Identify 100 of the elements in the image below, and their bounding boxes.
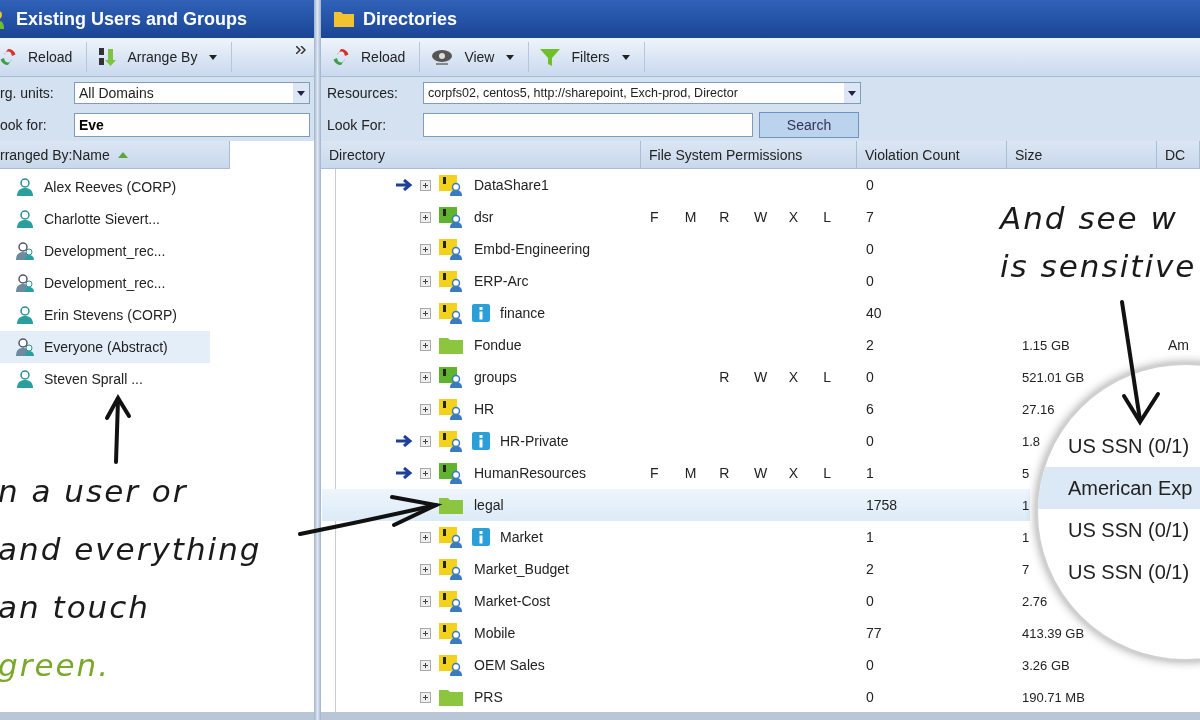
right-arrow-icon [396, 435, 414, 447]
shared-folder-icon [438, 174, 464, 196]
user-list-item[interactable]: Development_rec... [0, 235, 210, 267]
directory-name: HumanResources [474, 465, 587, 481]
caret-icon [506, 54, 515, 60]
panel-title: Existing Users and Groups [16, 8, 248, 30]
user-icon [16, 370, 34, 388]
column-header[interactable]: Violation Count [857, 141, 1007, 168]
handwritten-note: an touch [0, 588, 151, 627]
user-icon [16, 306, 34, 324]
sort-ascending-icon [117, 151, 128, 158]
size-value: 3.26 GB [1022, 657, 1070, 673]
directory-name: PRS [474, 689, 503, 705]
sensitive-data-type: US SSN (0/1) [1068, 518, 1190, 542]
user-list-item[interactable]: Everyone (Abstract) [0, 331, 210, 363]
look-for-field[interactable]: Eve [74, 113, 310, 137]
size-value: 7 [1022, 561, 1030, 577]
info-icon [472, 528, 490, 546]
directory-name: OEM Sales [474, 657, 545, 673]
shared-folder-icon [438, 558, 464, 580]
expand-icon[interactable] [420, 403, 431, 415]
folder-icon [438, 335, 464, 355]
size-value: 521.01 GB [1022, 369, 1085, 385]
shared-folder-icon [438, 430, 464, 452]
shared-folder-icon [438, 206, 464, 228]
expand-icon[interactable] [420, 307, 431, 319]
selected-row-highlight[interactable]: legal 1758 1 [322, 489, 1030, 521]
violation-count: 0 [866, 177, 874, 193]
toolbar-button[interactable]: Filters [535, 42, 645, 72]
violation-count: 2 [866, 561, 874, 577]
shared-folder-icon [438, 302, 464, 324]
handwritten-note: And see w [1000, 199, 1179, 238]
expand-icon[interactable] [420, 467, 431, 479]
toolbar-button[interactable]: Reload [327, 42, 421, 72]
caret-icon [621, 54, 630, 60]
size-value: 2.76 [1022, 593, 1048, 609]
permission-letter: R [719, 369, 730, 385]
reload-icon [0, 47, 18, 67]
expand-icon[interactable] [420, 691, 431, 703]
violation-count: 1 [866, 465, 874, 481]
field-label: Look For: [326, 117, 388, 133]
expand-icon[interactable] [420, 243, 431, 255]
expand-icon[interactable] [420, 371, 431, 383]
size-value: 1 [1022, 529, 1030, 545]
directory-name: dsr [474, 209, 494, 225]
expand-icon[interactable] [420, 179, 431, 191]
expand-icon[interactable] [420, 563, 431, 575]
expand-icon[interactable] [420, 531, 431, 543]
violation-count: 0 [866, 433, 874, 449]
violation-count: 2 [866, 337, 874, 353]
org-units-dropdown[interactable]: All Domains [74, 82, 310, 104]
expand-icon[interactable] [420, 659, 431, 671]
toolbar-button[interactable]: Arrange By [93, 42, 233, 72]
expand-icon[interactable] [420, 627, 431, 639]
chevron-icon[interactable] [296, 46, 306, 54]
violation-count: 0 [866, 241, 874, 257]
user-icon [16, 178, 34, 196]
directory-name: DataShare1 [474, 177, 549, 193]
permission-letter: L [823, 369, 832, 385]
permission-letter: F [650, 465, 659, 481]
permission-letter: L [823, 465, 832, 481]
directory-name: Market-Cost [474, 593, 551, 609]
look-for-field[interactable] [423, 113, 753, 137]
user-list-item[interactable]: Steven Sprall ... [0, 363, 210, 395]
column-header[interactable]: Directory [321, 141, 641, 168]
user-list-item[interactable]: Development_rec... [0, 267, 210, 299]
column-header[interactable]: DC [1157, 141, 1200, 168]
directory-name: HR [474, 401, 495, 417]
sensitive-data-type: Am [1168, 337, 1189, 353]
info-icon [472, 432, 490, 450]
column-header[interactable]: rranged By:Name [0, 141, 230, 169]
search-button[interactable]: Search [759, 112, 859, 138]
toolbar-button[interactable]: Reload [0, 42, 88, 72]
directory-name: Embd-Engineering [474, 241, 590, 257]
permission-letter: M [684, 465, 697, 481]
directory-name: legal [474, 497, 504, 513]
expand-icon[interactable] [420, 275, 431, 287]
size-value: 190.71 MB [1022, 689, 1085, 705]
violation-count: 6 [866, 401, 874, 417]
group-icon [16, 338, 34, 356]
folder-icon [438, 495, 464, 515]
user-list-item[interactable]: Charlotte Sievert... [0, 203, 210, 235]
user-list-item[interactable]: Erin Stevens (CORP) [0, 299, 210, 331]
expand-icon[interactable] [420, 595, 431, 607]
permission-letter: W [754, 209, 768, 225]
size-value: 1.8 [1022, 433, 1041, 449]
expand-icon[interactable] [420, 339, 431, 351]
expand-icon[interactable] [420, 435, 431, 447]
funnel-icon [539, 47, 562, 67]
expand-icon[interactable] [420, 211, 431, 223]
shared-folder-icon [438, 270, 464, 292]
resources-dropdown[interactable]: corpfs02, centos5, http://sharepoint, Exch-prod, Director [423, 82, 861, 104]
column-header[interactable]: File System Permissions [641, 141, 857, 168]
sort-icon [97, 46, 118, 68]
permission-letter: W [754, 369, 768, 385]
directory-name: HR-Private [500, 433, 569, 449]
column-header[interactable]: Size [1007, 141, 1157, 168]
user-list-item[interactable]: Alex Reeves (CORP) [0, 171, 210, 203]
right-arrow-icon [396, 179, 414, 191]
toolbar-button[interactable]: View [426, 42, 530, 72]
